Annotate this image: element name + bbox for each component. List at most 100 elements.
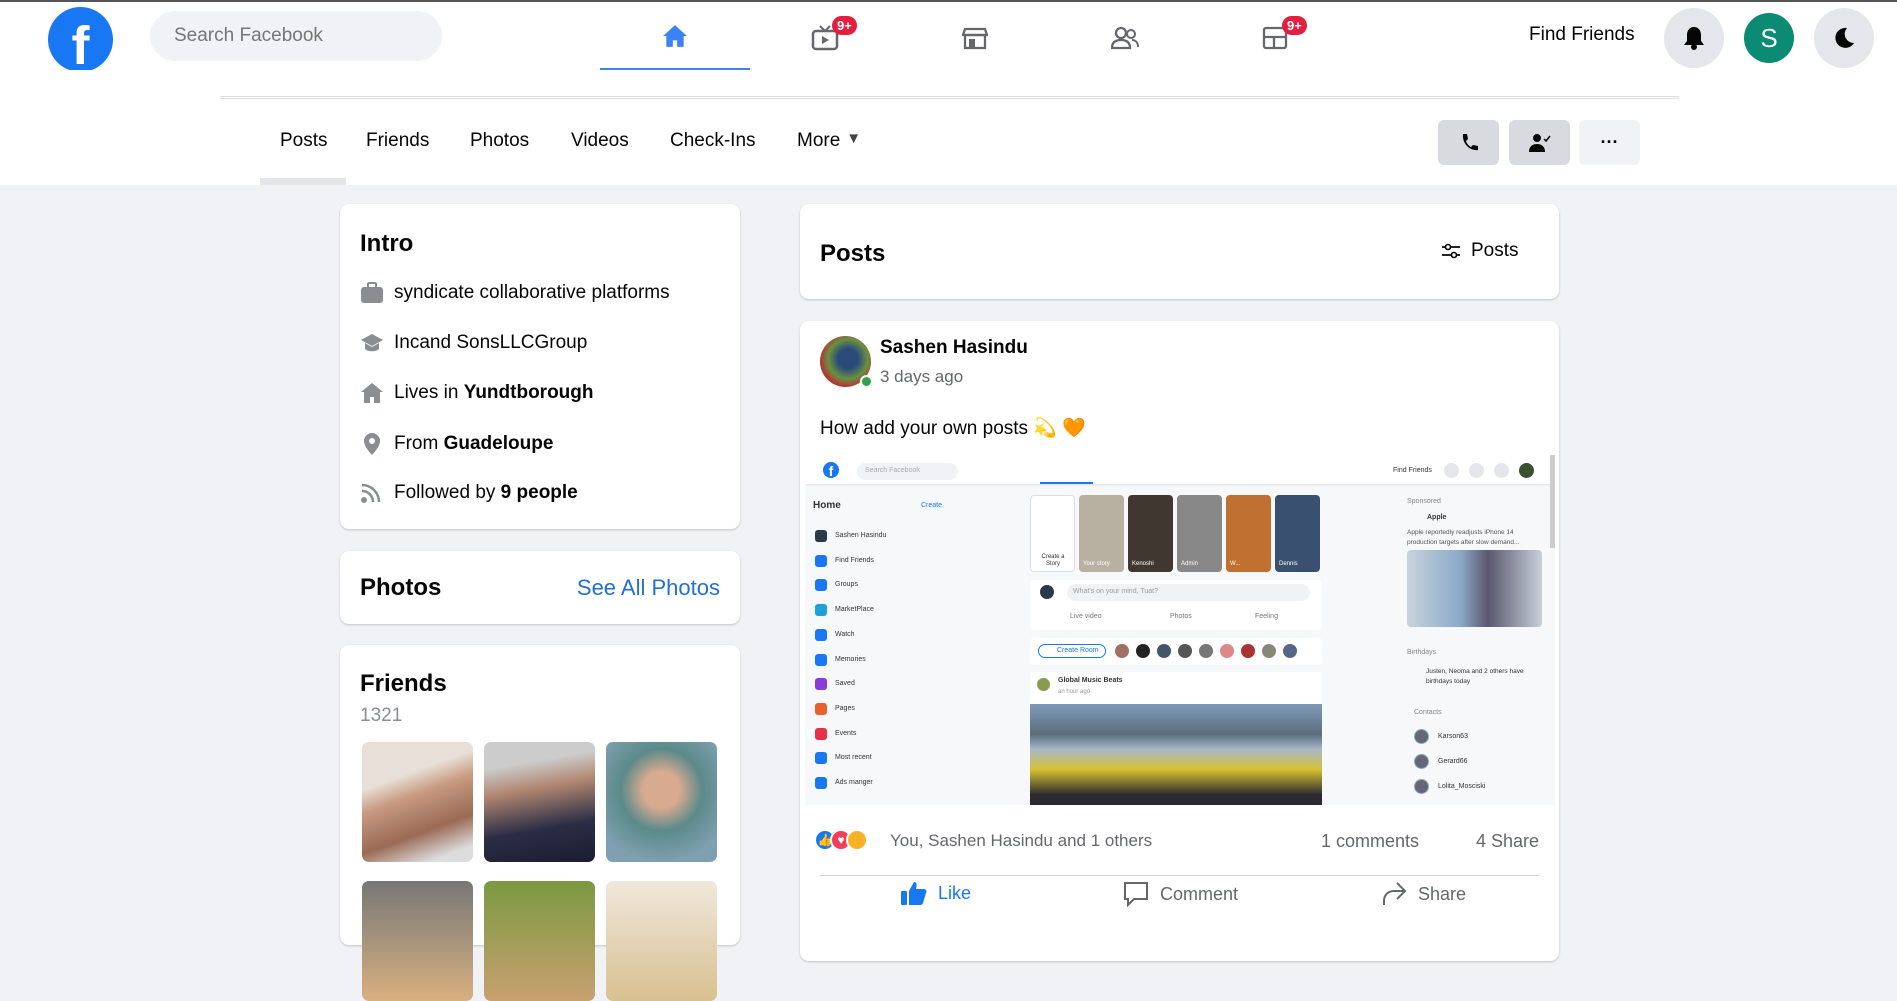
embedded-post-avatar	[1037, 678, 1050, 691]
embedded-story-label: Dennis	[1279, 561, 1298, 567]
comment-icon	[1124, 882, 1148, 908]
friend-photo[interactable]	[362, 881, 473, 1001]
top-navigation-bar: f 9+ 9+ Find Friends S	[0, 0, 1897, 72]
embedded-car-image	[1030, 704, 1322, 805]
embedded-sidebar-icon	[815, 628, 827, 641]
comment-button[interactable]: Comment	[1122, 880, 1238, 908]
post-timestamp[interactable]: 3 days ago	[880, 367, 963, 387]
embedded-sidebar-icon	[815, 554, 827, 567]
graduation-cap-icon	[361, 334, 383, 352]
tab-videos[interactable]: Videos	[571, 130, 629, 185]
embedded-photos: Photos	[1170, 613, 1192, 620]
followed-prefix: Followed by	[394, 482, 501, 503]
tab-check-ins[interactable]: Check-Ins	[670, 130, 756, 185]
embedded-room-avatar	[1157, 644, 1171, 658]
embedded-room-avatar	[1199, 644, 1213, 658]
find-friends-link[interactable]: Find Friends	[1529, 24, 1635, 46]
post-text: How add your own posts 💫 🧡	[820, 418, 1086, 439]
friend-photo[interactable]	[606, 742, 717, 862]
reaction-icons[interactable]: 👍 ♥	[814, 829, 868, 851]
share-button[interactable]: Share	[1380, 880, 1466, 908]
dark-mode-toggle[interactable]	[1814, 8, 1874, 68]
shares-count[interactable]: 4 Share	[1476, 831, 1539, 852]
active-tab-indicator	[260, 178, 346, 185]
posts-filter-button[interactable]: Posts	[1441, 240, 1519, 262]
comment-label: Comment	[1160, 883, 1239, 904]
nav-home[interactable]	[600, 4, 750, 72]
embedded-story-label: W...	[1230, 561, 1241, 567]
reactions-summary[interactable]: You, Sashen Hasindu and 1 others	[890, 831, 1152, 851]
embedded-composer-input: What's on your mind, Tuat?	[1067, 584, 1310, 601]
embedded-contacts: Contacts	[1414, 709, 1442, 716]
post-author-name[interactable]: Sashen Hasindu	[880, 337, 1028, 359]
embedded-sidebar-icon	[815, 604, 827, 617]
ellipsis-icon: ···	[1600, 132, 1619, 152]
embedded-sidebar-item: Groups	[835, 581, 858, 589]
like-button[interactable]: Like	[900, 880, 971, 906]
embedded-sidebar-icon	[815, 702, 827, 715]
tab-photos[interactable]: Photos	[470, 130, 529, 185]
groups-icon	[1111, 26, 1139, 50]
marketplace-icon	[962, 27, 988, 50]
moon-icon	[1835, 27, 1854, 48]
embedded-sidebar-icon	[815, 777, 827, 789]
friend-photo[interactable]	[484, 742, 595, 862]
share-arrow-icon	[1383, 882, 1407, 905]
embedded-feeling: Feeling	[1255, 613, 1278, 620]
friends-title: Friends	[360, 670, 447, 697]
notifications-button[interactable]	[1664, 8, 1724, 68]
embedded-create-room: Create Room	[1038, 644, 1106, 658]
friend-photo[interactable]	[362, 742, 473, 862]
photos-card: Photos See All Photos	[340, 551, 740, 624]
embedded-sponsored: Sponsored	[1407, 498, 1441, 505]
call-button[interactable]	[1438, 120, 1499, 165]
embedded-messenger-icon	[1469, 463, 1484, 478]
embedded-ad-image	[1407, 550, 1542, 627]
embedded-birthdays: Birthdays	[1407, 649, 1437, 656]
embedded-composer-avatar	[1040, 585, 1054, 599]
lives-city[interactable]: Yundtborough	[464, 382, 594, 404]
nav-groups[interactable]	[1050, 4, 1200, 72]
tab-more[interactable]: More ▼	[797, 130, 861, 185]
home-icon	[663, 25, 687, 47]
tab-posts[interactable]: Posts	[280, 130, 328, 185]
see-all-photos-link[interactable]: See All Photos	[577, 575, 720, 601]
posts-title: Posts	[820, 240, 886, 267]
nav-marketplace[interactable]	[900, 4, 1050, 72]
embedded-search: Search Facebook	[857, 463, 958, 480]
intro-from: From Guadeloupe	[360, 432, 553, 456]
friend-photo[interactable]	[606, 881, 717, 1001]
embedded-logo: f	[823, 462, 839, 478]
lives-prefix: Lives in	[394, 382, 464, 403]
embedded-home-title: Home	[813, 500, 841, 511]
more-options-button[interactable]: ···	[1579, 120, 1640, 165]
bell-icon	[1684, 27, 1704, 50]
intro-education: Incand SonsLLCGroup	[360, 332, 587, 354]
intro-work: syndicate collaborative platforms	[360, 282, 670, 304]
followers-count[interactable]: 9 people	[501, 482, 578, 504]
from-place[interactable]: Guadeloupe	[444, 433, 554, 455]
notification-badge: 9+	[1282, 16, 1307, 35]
embedded-contact-name: Gerard66	[1438, 758, 1468, 765]
from-prefix: From	[394, 433, 444, 454]
embedded-story-label: Kenoshi	[1132, 561, 1154, 567]
embedded-sidebar-item: Most recent	[835, 754, 872, 762]
tab-friends[interactable]: Friends	[366, 130, 429, 185]
comments-count[interactable]: 1 comments	[1321, 831, 1419, 852]
search-input[interactable]	[150, 11, 442, 61]
facebook-logo[interactable]: f	[48, 7, 113, 72]
embedded-sponsor: Apple	[1427, 514, 1447, 521]
education-text: Incand SonsLLCGroup	[394, 332, 588, 353]
embedded-sidebar-icon	[815, 579, 827, 592]
nav-gaming[interactable]: 9+	[1200, 4, 1350, 72]
thumbs-up-icon	[901, 882, 927, 905]
house-icon	[361, 383, 383, 403]
friend-status-button[interactable]	[1509, 120, 1570, 165]
embedded-avatar	[1519, 463, 1534, 478]
post-image-screenshot[interactable]: f Search Facebook Find Friends Home Crea…	[805, 455, 1555, 805]
avatar[interactable]: S	[1744, 13, 1794, 63]
friend-photo[interactable]	[484, 881, 595, 1001]
phone-icon	[1462, 133, 1478, 150]
online-status-dot	[860, 375, 873, 388]
nav-watch[interactable]: 9+	[750, 4, 900, 72]
